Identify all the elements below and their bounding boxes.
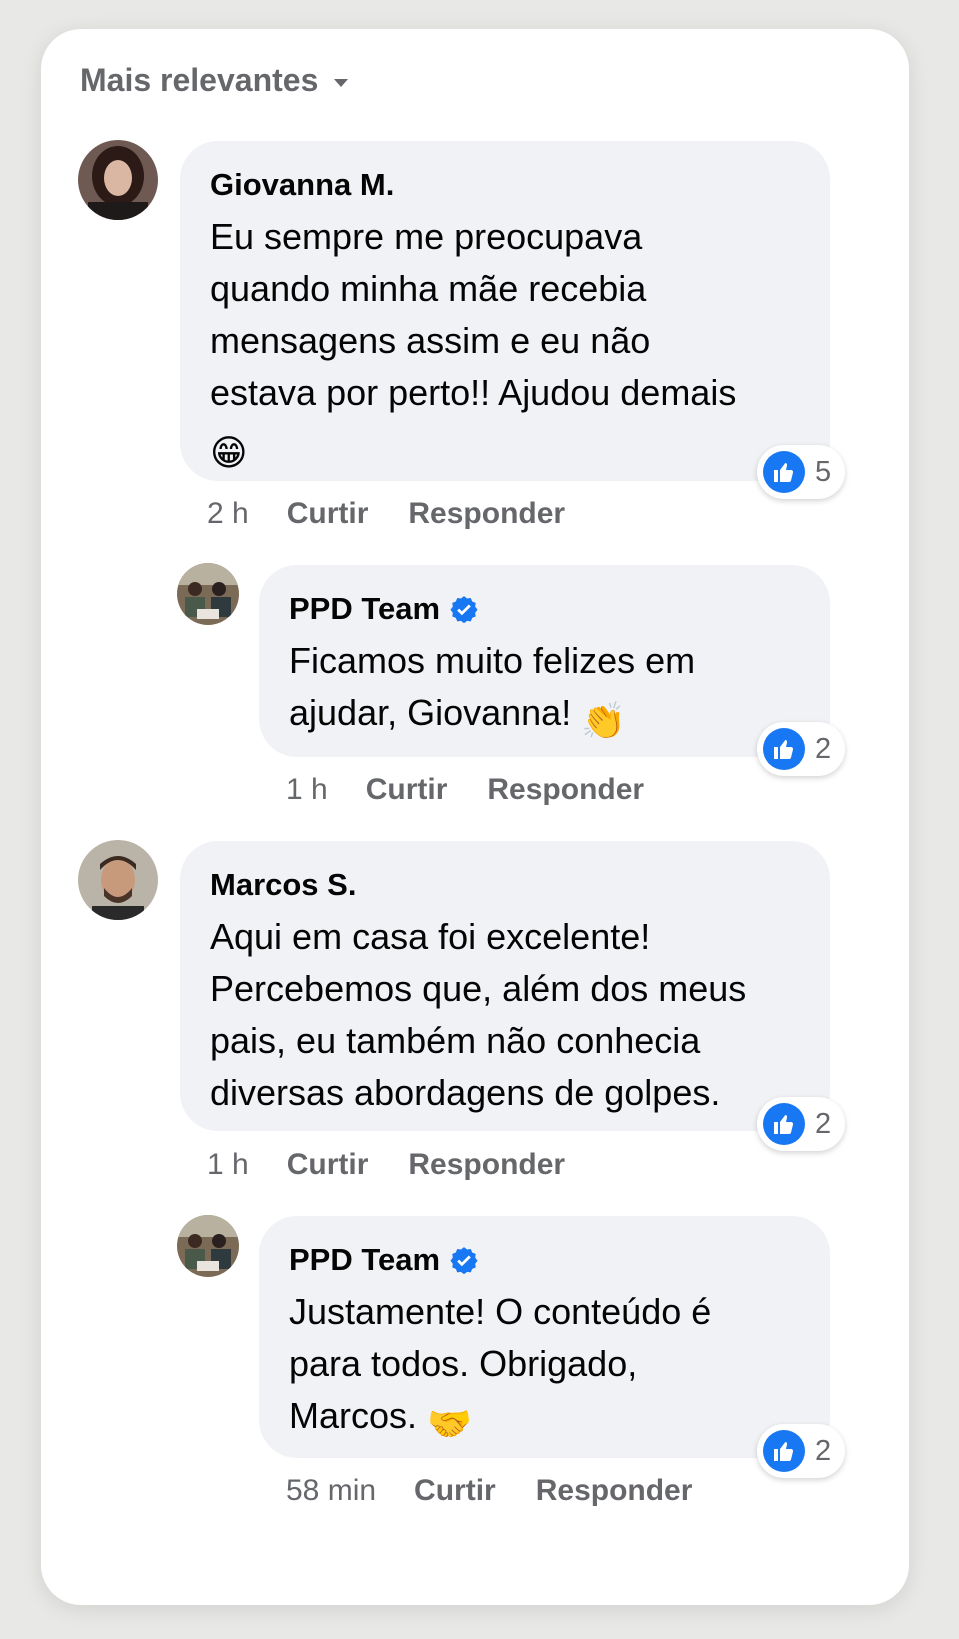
thumbs-up-icon [763,451,805,493]
comment-text: Justamente! O conteúdo é para todos. Obr… [289,1286,800,1450]
comment-text: Eu sempre me preocupava quando minha mãe… [210,211,800,479]
comment-bubble: Marcos S. Aqui em casa foi excelente! Pe… [180,841,830,1131]
comment-author[interactable]: Giovanna M. [210,165,800,205]
comment-author[interactable]: PPD Team [289,589,800,629]
thumbs-up-icon [763,1430,805,1472]
comment-author[interactable]: Marcos S. [210,865,800,905]
reaction-summary[interactable]: 2 [757,722,846,776]
reaction-count: 2 [815,1434,832,1467]
comment-actions: 1 h Curtir Responder [286,773,684,807]
like-button[interactable]: Curtir [366,773,448,807]
comment-bubble: Giovanna M. Eu sempre me preocupava quan… [180,141,830,481]
reply-bubble: PPD Team Justamente! O conteúdo é para t… [259,1216,830,1458]
like-button[interactable]: Curtir [414,1474,496,1508]
chevron-down-icon [334,78,349,87]
comment-actions: 2 h Curtir Responder [207,497,605,531]
sort-dropdown[interactable]: Mais relevantes [80,62,349,99]
clapping-hands-icon: 👏 [581,700,627,741]
reaction-summary[interactable]: 2 [757,1424,846,1478]
thumbs-up-icon [763,1103,805,1145]
comment-actions: 58 min Curtir Responder [286,1474,732,1508]
comment-text: Aqui em casa foi excelente! Percebemos q… [210,916,747,1113]
reply-bubble: PPD Team Ficamos muito felizes em ajudar… [259,565,830,757]
comment-timestamp[interactable]: 1 h [286,773,328,807]
reply-button[interactable]: Responder [487,773,644,807]
comment-timestamp[interactable]: 2 h [207,497,249,531]
grinning-face-icon: 😁 [210,432,248,473]
verified-badge-icon [450,1247,478,1274]
reaction-summary[interactable]: 5 [757,445,846,499]
verified-badge-icon [450,596,478,623]
avatar[interactable] [177,1215,239,1277]
reaction-count: 2 [815,732,832,765]
like-button[interactable]: Curtir [287,1148,369,1182]
reaction-count: 2 [815,1107,832,1140]
avatar[interactable] [78,840,158,920]
avatar[interactable] [177,563,239,625]
handshake-icon: 🤝 [427,1403,472,1444]
comment-text: Ficamos muito felizes em ajudar, Giovann… [289,635,800,747]
reaction-summary[interactable]: 2 [757,1097,846,1151]
comment-timestamp[interactable]: 1 h [207,1148,249,1182]
thumbs-up-icon [763,728,805,770]
reply-button[interactable]: Responder [408,1148,565,1182]
like-button[interactable]: Curtir [287,497,369,531]
comment-actions: 1 h Curtir Responder [207,1148,605,1182]
reply-button[interactable]: Responder [536,1474,693,1508]
reaction-count: 5 [815,455,832,488]
sort-label: Mais relevantes [80,62,319,98]
reply-button[interactable]: Responder [408,497,565,531]
comment-author[interactable]: PPD Team [289,1240,800,1280]
comment-timestamp[interactable]: 58 min [286,1474,376,1508]
avatar[interactable] [78,140,158,220]
